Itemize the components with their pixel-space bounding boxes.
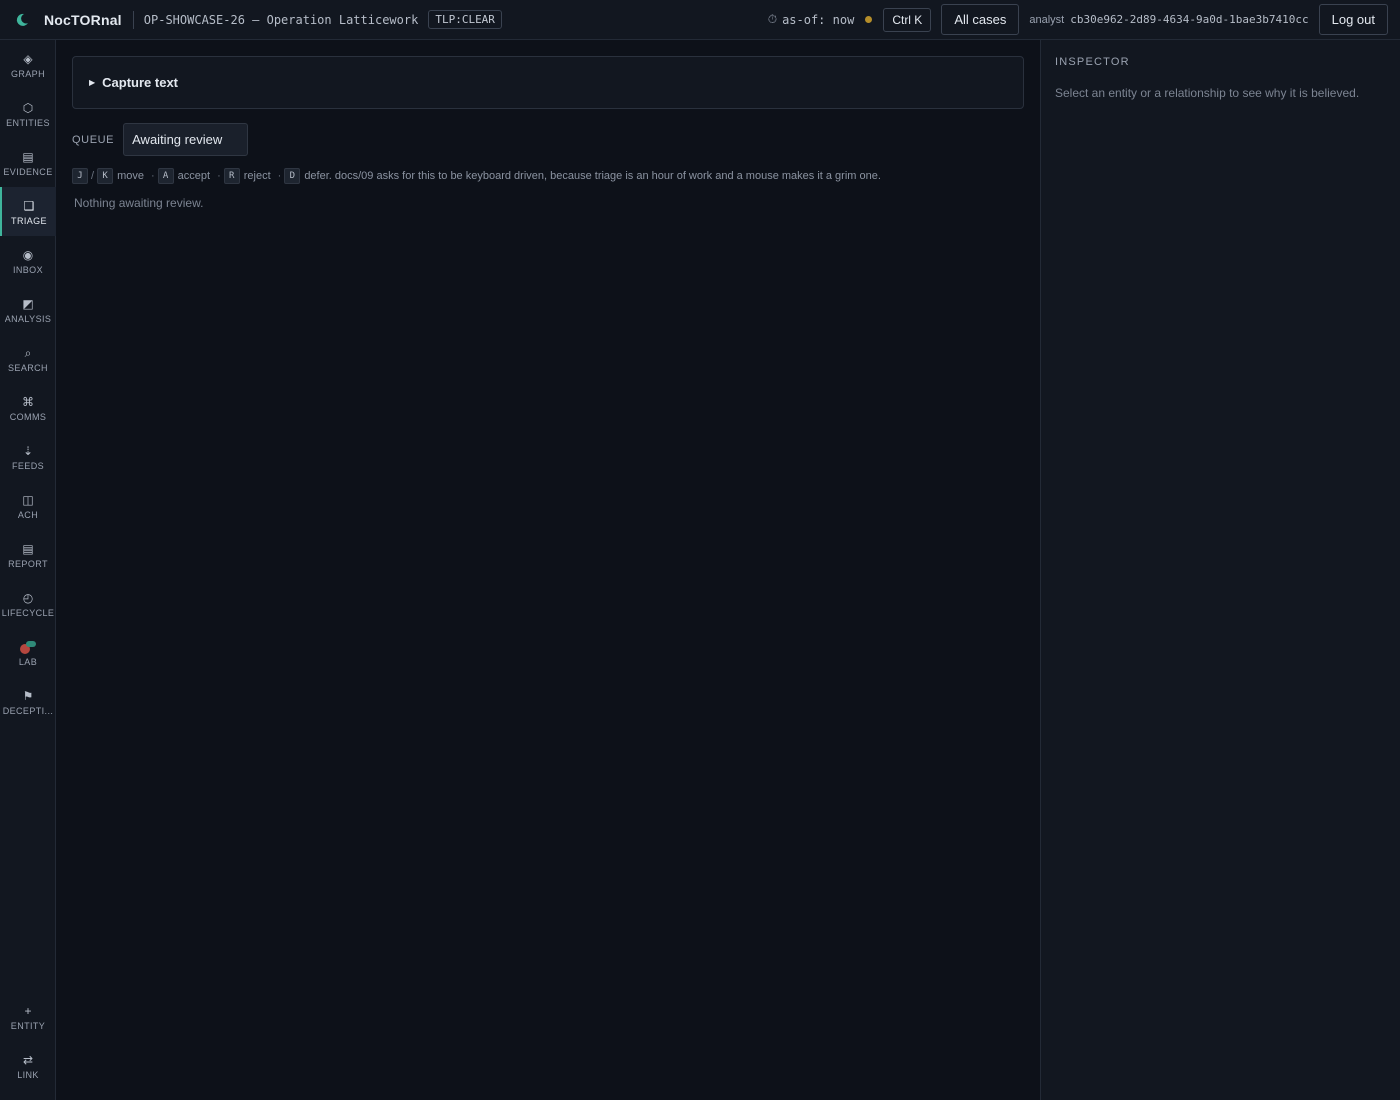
queue-row: QUEUE Awaiting review	[72, 123, 249, 156]
link-icon: ⇄	[22, 1052, 34, 1067]
sidebar-item-deception[interactable]: ⚑ DECEPTI...	[0, 677, 56, 726]
status-dot	[865, 16, 873, 23]
hint-move: move	[117, 170, 144, 182]
capture-text-toggle[interactable]: ▶ Capture text	[72, 56, 1024, 109]
sidebar-item-label: GRAPH	[10, 68, 45, 79]
inspector-hint: Select an entity or a relationship to se…	[1055, 86, 1360, 100]
sidebar-item-label: EVIDENCE	[3, 166, 53, 177]
sidebar-item-label: INBOX	[12, 264, 43, 275]
sidebar-item-report[interactable]: ▤ REPORT	[0, 530, 56, 579]
sidebar-item-label: COMMS	[9, 411, 47, 422]
graph-icon: ◈	[23, 51, 33, 66]
sidebar-item-label: ENTITIES	[6, 117, 50, 128]
key-a: A	[157, 168, 174, 184]
brand-name: NocTORnal	[44, 11, 122, 28]
all-cases-button[interactable]: All cases	[941, 4, 1020, 35]
search-icon: ⌕	[24, 345, 32, 360]
sidebar-item-label: ENTITY	[10, 1020, 46, 1031]
flag-icon: ⚑	[22, 688, 34, 703]
hint-dot: ·	[217, 170, 221, 182]
sidebar-item-lifecycle[interactable]: ◴ LIFECYCLE	[0, 579, 56, 628]
command-icon: ⌘	[22, 394, 34, 409]
sidebar-item-label: LINK	[17, 1069, 39, 1080]
columns-icon: ◫	[22, 492, 34, 507]
triage-icon: ❑	[23, 198, 35, 213]
sidebar-item-label: REPORT	[8, 558, 48, 569]
sidebar-item-triage[interactable]: ❑ TRIAGE	[0, 187, 56, 236]
sidebar-item-label: LIFECYCLE	[1, 607, 55, 618]
clock-icon: ⏱	[767, 12, 778, 26]
empty-state: Nothing awaiting review.	[74, 196, 204, 210]
clock-icon: ◴	[22, 590, 34, 605]
sidebar-item-label: DECEPTI...	[2, 705, 54, 716]
sidebar-item-evidence[interactable]: ▤ EVIDENCE	[0, 138, 56, 187]
inbox-icon: ◉	[22, 247, 34, 262]
report-icon: ▤	[22, 541, 34, 556]
key-k: K	[97, 168, 114, 184]
evidence-icon: ▤	[22, 149, 34, 164]
sidebar-item-comms[interactable]: ⌘ COMMS	[0, 383, 56, 432]
queue-select[interactable]: Awaiting review	[123, 123, 249, 156]
queue-label: QUEUE	[72, 133, 115, 146]
sidebar-item-entities[interactable]: ⬡ ENTITIES	[0, 89, 56, 138]
triage-main: ▶ Capture text QUEUE Awaiting review J /…	[56, 40, 1040, 1100]
sidebar-item-analysis[interactable]: ◩ ANALYSIS	[0, 285, 56, 334]
analyst-id: cb30e962-2d89-4634-9a0d-1bae3b7410cc	[1070, 13, 1309, 26]
inspector-panel: INSPECTOR Select an entity or a relation…	[1040, 40, 1400, 1100]
case-title: OP-SHOWCASE-26 — Operation Latticework	[143, 12, 419, 27]
caret-right-icon: ▶	[89, 78, 96, 87]
header-divider	[132, 10, 134, 29]
moon-logo-icon	[14, 12, 30, 28]
hint-slash: /	[91, 170, 95, 182]
sidebar-item-label: LAB	[18, 656, 38, 667]
analyst-label: analyst	[1029, 13, 1065, 26]
sidebar-item-label: ACH	[17, 509, 39, 520]
hexagon-icon: ⬡	[22, 100, 34, 115]
command-palette-button[interactable]: Ctrl K	[883, 7, 932, 32]
sidebar-item-inbox[interactable]: ◉ INBOX	[0, 236, 56, 285]
sidebar-item-feeds[interactable]: ⇣ FEEDS	[0, 432, 56, 481]
capture-text-label: Capture text	[102, 75, 179, 90]
keyboard-hints: J / K move · A accept · R reject · D def…	[72, 168, 885, 184]
hint-dot: ·	[277, 170, 282, 182]
key-r: R	[223, 168, 240, 184]
sidebar-item-graph[interactable]: ◈ GRAPH	[0, 40, 56, 89]
inspector-title: INSPECTOR	[1055, 56, 1130, 68]
analysis-icon: ◩	[22, 296, 34, 311]
sidebar-item-search[interactable]: ⌕ SEARCH	[0, 334, 56, 383]
sidebar-item-label: FEEDS	[11, 460, 44, 471]
feeds-icon: ⇣	[22, 443, 34, 458]
sidebar-item-ach[interactable]: ◫ ACH	[0, 481, 56, 530]
sidebar-item-label: ANALYSIS	[4, 313, 52, 324]
add-link-button[interactable]: ⇄ LINK	[0, 1041, 56, 1090]
top-bar: NocTORnal OP-SHOWCASE-26 — Operation Lat…	[0, 0, 1400, 40]
sidebar: ◈ GRAPH ⬡ ENTITIES ▤ EVIDENCE ❑ TRIAGE ◉…	[0, 40, 56, 1100]
hint-reject: reject	[243, 170, 271, 182]
as-of-indicator[interactable]: as-of: now	[782, 13, 854, 27]
hint-dot: ·	[150, 170, 155, 182]
plus-icon: +	[24, 1003, 32, 1018]
hint-accept: accept	[177, 170, 211, 182]
sidebar-item-label: TRIAGE	[11, 215, 47, 226]
key-j: J	[72, 168, 88, 184]
sidebar-item-lab[interactable]: LAB	[0, 628, 56, 677]
add-entity-button[interactable]: + ENTITY	[0, 992, 56, 1041]
key-d: D	[284, 168, 301, 184]
hint-defer: defer. docs/09 asks for this to be keybo…	[304, 170, 881, 182]
lab-icon	[18, 639, 38, 655]
logout-button[interactable]: Log out	[1318, 4, 1388, 35]
sidebar-item-label: SEARCH	[8, 362, 48, 373]
tlp-badge: TLP:CLEAR	[428, 10, 502, 29]
